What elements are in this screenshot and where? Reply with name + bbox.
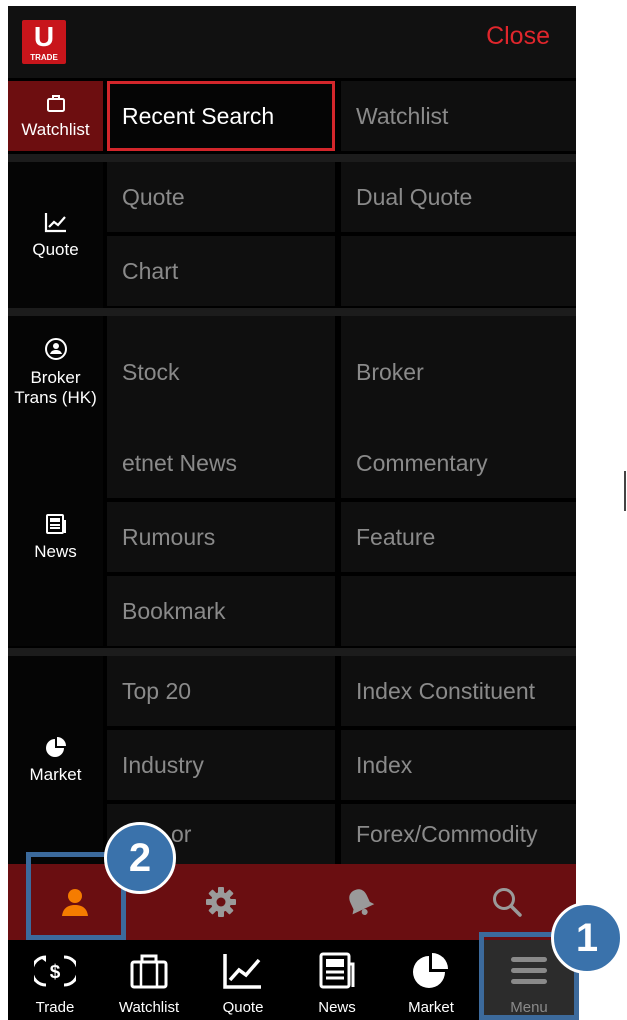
section-broker-trans[interactable]: Broker Trans (HK) <box>8 316 103 428</box>
menu-item-commentary[interactable]: Commentary <box>341 428 576 498</box>
section-quote-label: Quote <box>32 239 79 259</box>
tab-watchlist[interactable]: Watchlist <box>102 940 196 1020</box>
section-watchlist[interactable]: Watchlist <box>8 81 103 151</box>
tab-trade-label: Trade <box>35 999 75 1016</box>
tab-quote[interactable]: Quote <box>196 940 290 1020</box>
text-cursor <box>624 471 626 511</box>
menu-item-broker[interactable]: Broker <box>341 316 576 428</box>
logo-text: TRADE <box>30 53 58 62</box>
menu-item-empty <box>341 236 576 306</box>
logo-letter: U <box>33 21 55 52</box>
close-button[interactable]: Close <box>486 20 550 52</box>
section-market-label: Market <box>29 764 82 784</box>
newspaper-icon <box>290 950 384 992</box>
briefcase-icon <box>102 950 196 992</box>
menu-item-empty <box>341 576 576 646</box>
menu-item-recent-search[interactable]: Recent Search <box>107 81 335 151</box>
section-watchlist-label: Watchlist <box>21 119 90 139</box>
menu-item-feature[interactable]: Feature <box>341 502 576 572</box>
bell-icon[interactable] <box>313 864 407 940</box>
menu-item-forex-commodity[interactable]: Forex/Commodity <box>341 804 576 864</box>
tab-news-label: News <box>318 999 356 1016</box>
app-header: U TRADE Close <box>8 6 576 78</box>
step-badge-2: 2 <box>104 822 176 894</box>
line-chart-icon <box>196 950 290 992</box>
divider <box>8 648 576 656</box>
menu-item-stock[interactable]: Stock <box>107 316 335 428</box>
newspaper-icon <box>45 513 67 540</box>
menu-item-dual-quote[interactable]: Dual Quote <box>341 162 576 232</box>
menu-item-watchlist[interactable]: Watchlist <box>341 81 576 151</box>
tab-trade[interactable]: $ Trade <box>8 940 102 1020</box>
menu-item-index[interactable]: Index <box>341 730 576 800</box>
section-broker-label: Broker Trans (HK) <box>14 367 97 407</box>
pie-chart-icon <box>45 736 67 763</box>
search-icon[interactable] <box>460 864 554 940</box>
pie-chart-icon <box>384 950 478 992</box>
section-market[interactable]: Market <box>8 656 103 864</box>
divider <box>8 154 576 162</box>
tab-watchlist-label: Watchlist <box>118 999 180 1016</box>
section-news[interactable]: News <box>8 428 103 646</box>
gear-icon[interactable] <box>174 864 268 940</box>
app-logo: U TRADE <box>22 20 66 64</box>
menu-item-chart[interactable]: Chart <box>107 236 335 306</box>
menu-item-quote[interactable]: Quote <box>107 162 335 232</box>
broker-icon <box>44 337 68 366</box>
menu-item-top20[interactable]: Top 20 <box>107 656 335 726</box>
tab-quote-label: Quote <box>222 999 264 1016</box>
tab-market[interactable]: Market <box>384 940 478 1020</box>
briefcase-icon <box>46 93 66 118</box>
tab-news[interactable]: News <box>290 940 384 1020</box>
tab-market-label: Market <box>408 999 454 1016</box>
section-news-label: News <box>34 541 77 561</box>
step-badge-1: 1 <box>551 902 623 974</box>
section-quote[interactable]: Quote <box>8 162 103 308</box>
svg-text:$: $ <box>50 962 61 983</box>
menu-item-index-constituent[interactable]: Index Constituent <box>341 656 576 726</box>
line-chart-icon <box>44 211 68 238</box>
trade-icon: $ <box>8 950 102 992</box>
menu-item-rumours[interactable]: Rumours <box>107 502 335 572</box>
divider <box>8 308 576 316</box>
menu-item-etnet-news[interactable]: etnet News <box>107 428 335 498</box>
menu-item-industry[interactable]: Industry <box>107 730 335 800</box>
menu-item-bookmark[interactable]: Bookmark <box>107 576 335 646</box>
